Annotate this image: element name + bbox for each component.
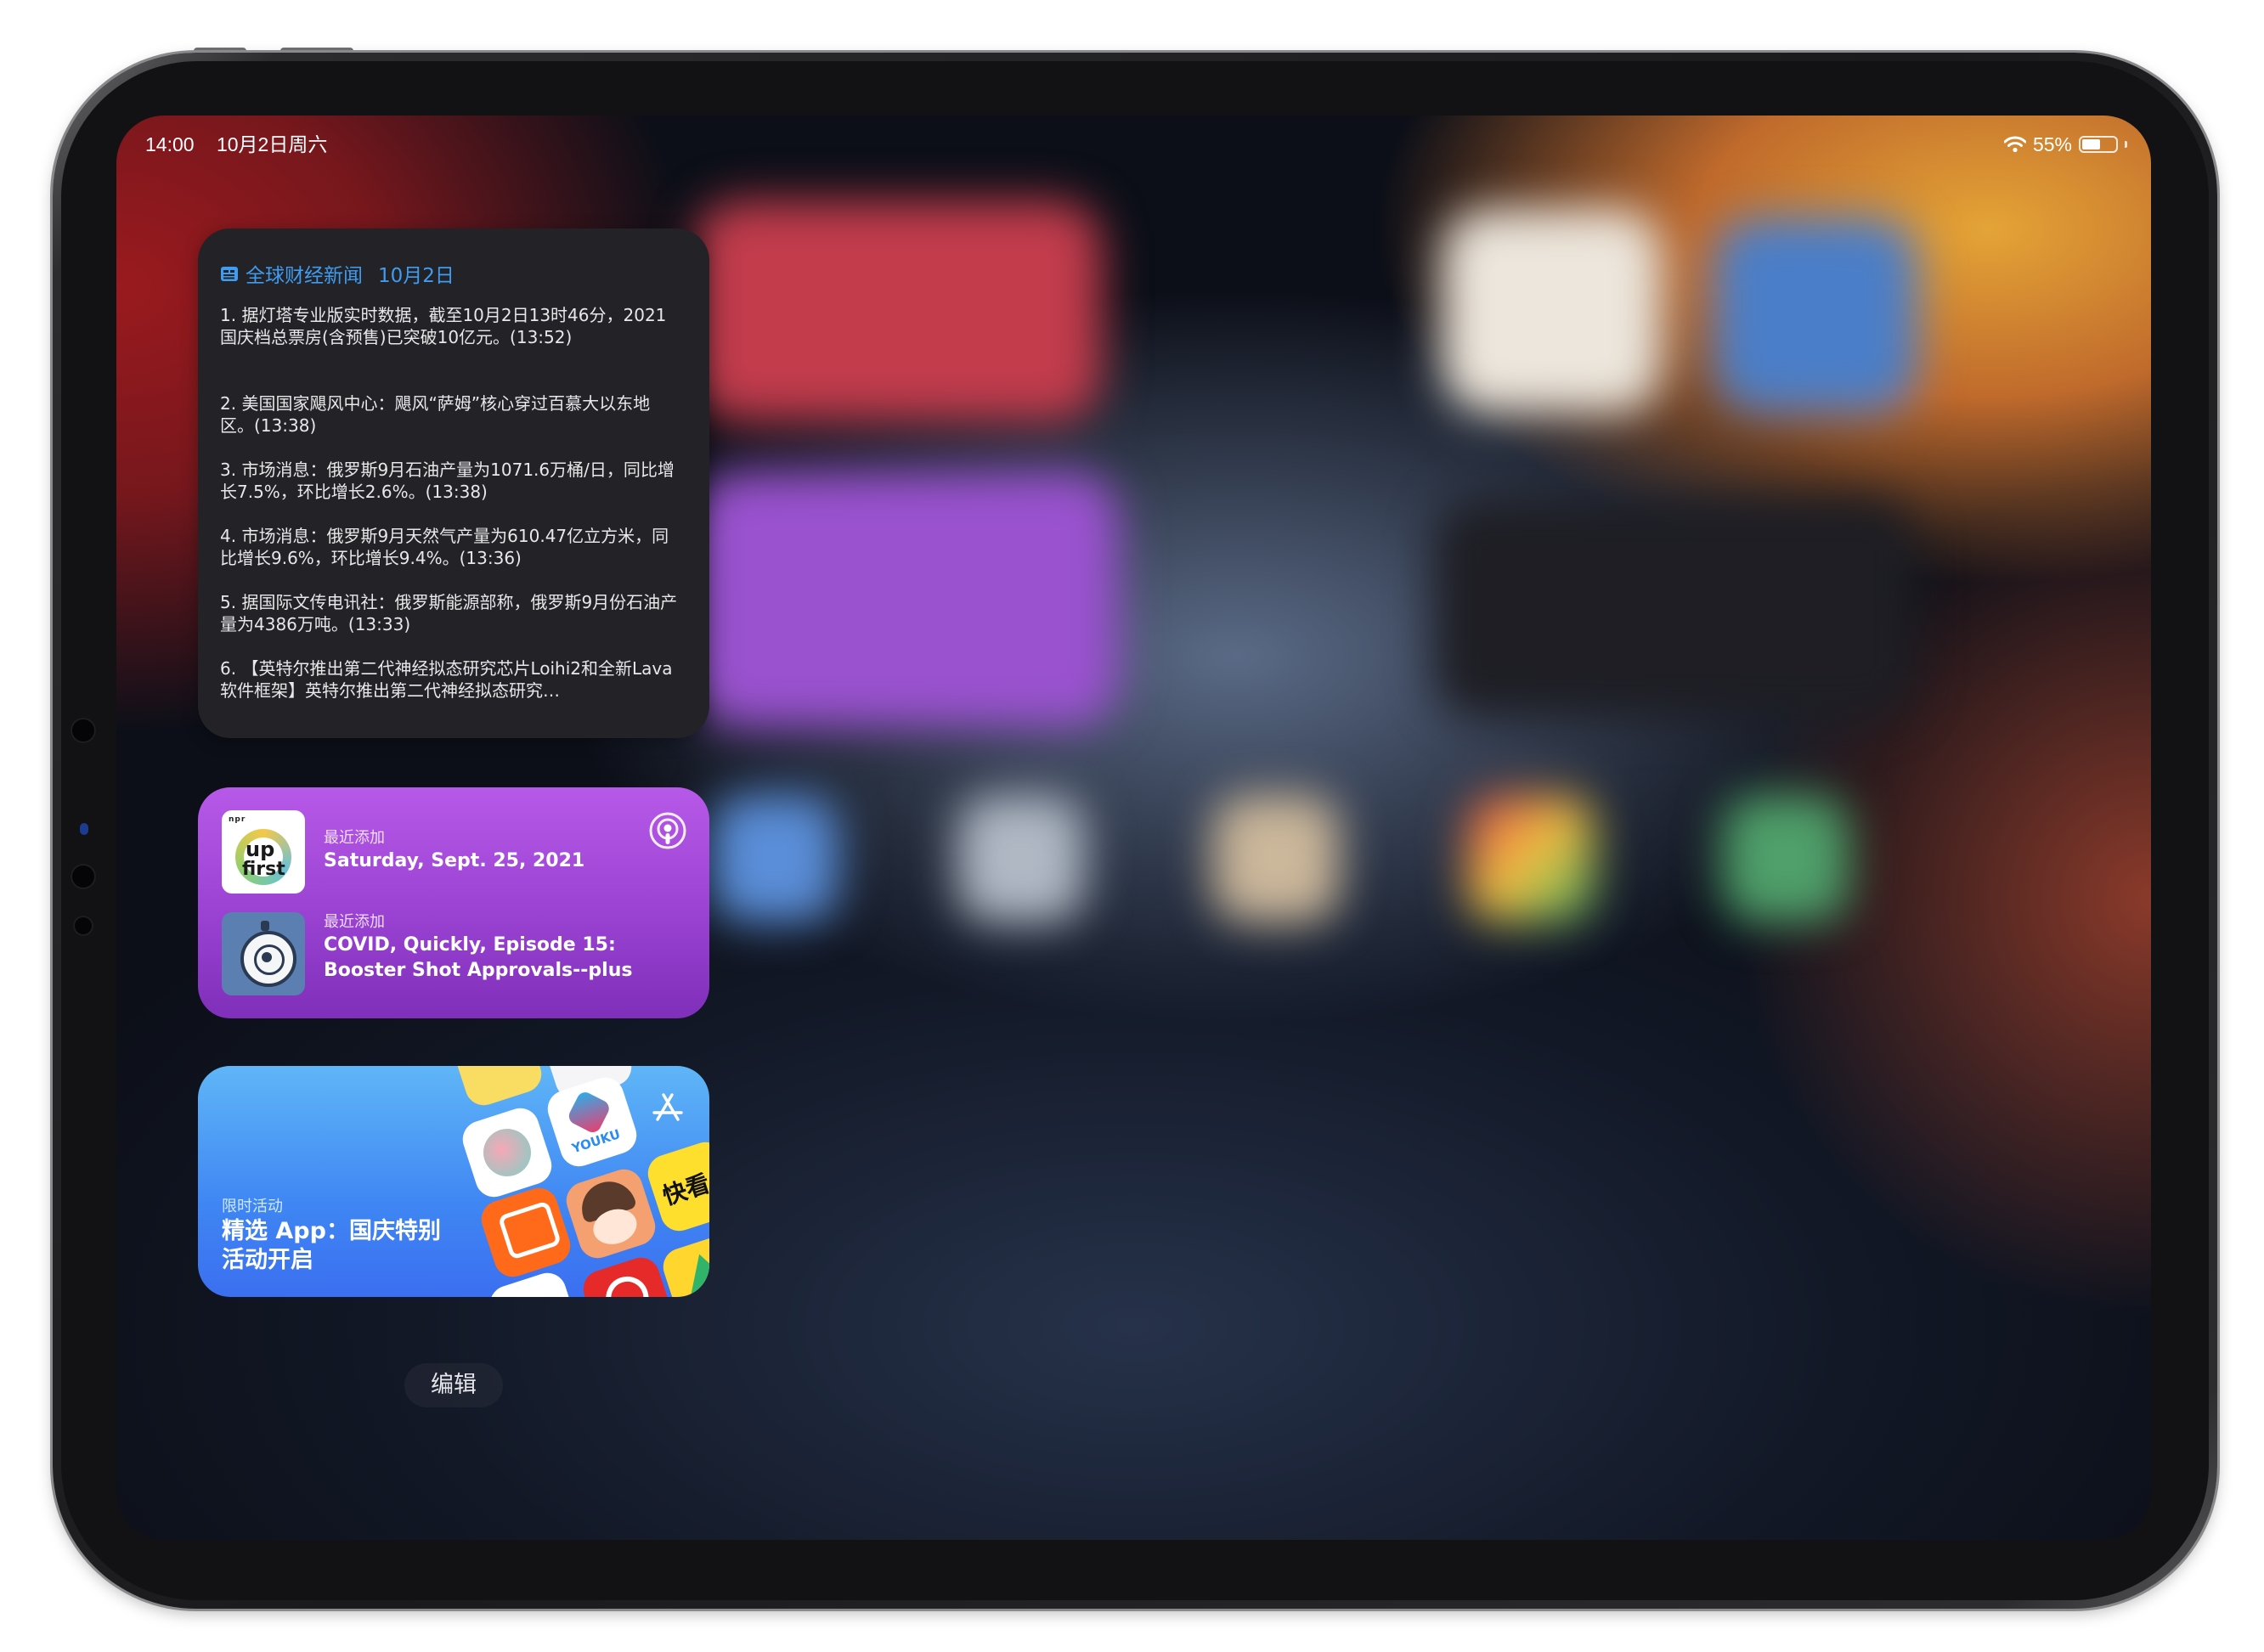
appstore-kicker: 限时活动	[222, 1198, 283, 1215]
edit-widgets-button[interactable]: 编辑	[404, 1363, 503, 1407]
status-date: 10月2日周六	[216, 133, 328, 155]
status-bar-right: 55%	[2003, 127, 2127, 161]
news-item[interactable]: 6. 【英特尔推出第二代神经拟态研究芯片Loihi2和全新Lava软件框架】英特…	[220, 657, 679, 702]
magnet-sensor-1	[71, 864, 96, 889]
news-date: 10月2日	[378, 265, 454, 287]
wifi-icon	[2003, 136, 2026, 153]
home-screen: 14:00 10月2日周六 55% 全球财经新闻 10月2日 1. 据灯塔专业版…	[116, 116, 2151, 1540]
battery-icon	[2079, 136, 2118, 153]
news-item[interactable]: 4. 市场消息：俄罗斯9月天然气产量为610.47亿立方米，同比增长9.6%，环…	[220, 525, 679, 569]
news-app-name: 全球财经新闻	[246, 265, 363, 287]
newspaper-icon	[221, 267, 238, 281]
covid-quickly-artwork	[222, 912, 305, 995]
up-first-text-top: up	[246, 837, 275, 861]
podcasts-widget[interactable]: npr up first 最近添加 Saturday, Sept. 25, 20…	[198, 787, 709, 1018]
app-store-widget[interactable]: YOUKU 快看 限时活动 精选 App：国庆特别活动开启	[198, 1066, 709, 1297]
news-item[interactable]: 1. 据灯塔专业版实时数据，截至10月2日13时46分，2021国庆档总票房(含…	[220, 304, 679, 370]
cartoon-app-tile	[562, 1164, 660, 1263]
appstore-title: 精选 App：国庆特别活动开启	[222, 1218, 441, 1273]
news-widget[interactable]: 全球财经新闻 10月2日 1. 据灯塔专业版实时数据，截至10月2日13时46分…	[198, 228, 709, 738]
podcast-episode-1[interactable]: npr up first 最近添加 Saturday, Sept. 25, 20…	[222, 810, 689, 894]
episode-title: Saturday, Sept. 25, 2021	[324, 850, 585, 871]
episode-title: COVID, Quickly, Episode 15: Booster Shot…	[324, 934, 633, 981]
magnet-sensor-2	[73, 916, 93, 936]
netease-music-app-tile	[579, 1253, 677, 1297]
app-store-icon	[652, 1093, 683, 1121]
news-item[interactable]: 2. 美国国家飓风中心：飓风“萨姆”核心穿过百慕大以东地区。(13:38)	[220, 392, 679, 437]
episode-kicker: 最近添加	[324, 913, 385, 931]
mango-tv-app-tile	[477, 1183, 575, 1282]
npr-badge: npr	[229, 815, 246, 824]
up-first-text-bottom: first	[242, 859, 285, 880]
camera-app-tile	[458, 1103, 556, 1202]
episode-kicker: 最近添加	[324, 829, 385, 847]
status-bar-left: 14:00 10月2日周六	[145, 127, 344, 161]
podcast-episode-2[interactable]: 最近添加 COVID, Quickly, Episode 15: Booster…	[222, 912, 689, 995]
green-app-tile	[658, 1231, 709, 1297]
status-time: 14:00	[145, 133, 195, 155]
news-list: 1. 据灯塔专业版实时数据，截至10月2日13时46分，2021国庆档总票房(含…	[220, 304, 679, 724]
kuaikan-label: 快看	[659, 1169, 709, 1211]
news-item[interactable]: 5. 据国际文传电讯社：俄罗斯能源部称，俄罗斯9月份石油产量为4386万吨。(1…	[220, 591, 679, 635]
pencil-connector	[80, 823, 88, 835]
battery-percent: 55%	[2032, 133, 2072, 155]
camera-sensor	[71, 718, 96, 743]
up-first-artwork: npr up first	[222, 810, 305, 894]
news-widget-header: 全球财经新闻 10月2日	[220, 259, 454, 288]
news-item[interactable]: 3. 市场消息：俄罗斯9月石油产量为1071.6万桶/日，同比增长7.5%，环比…	[220, 459, 679, 503]
